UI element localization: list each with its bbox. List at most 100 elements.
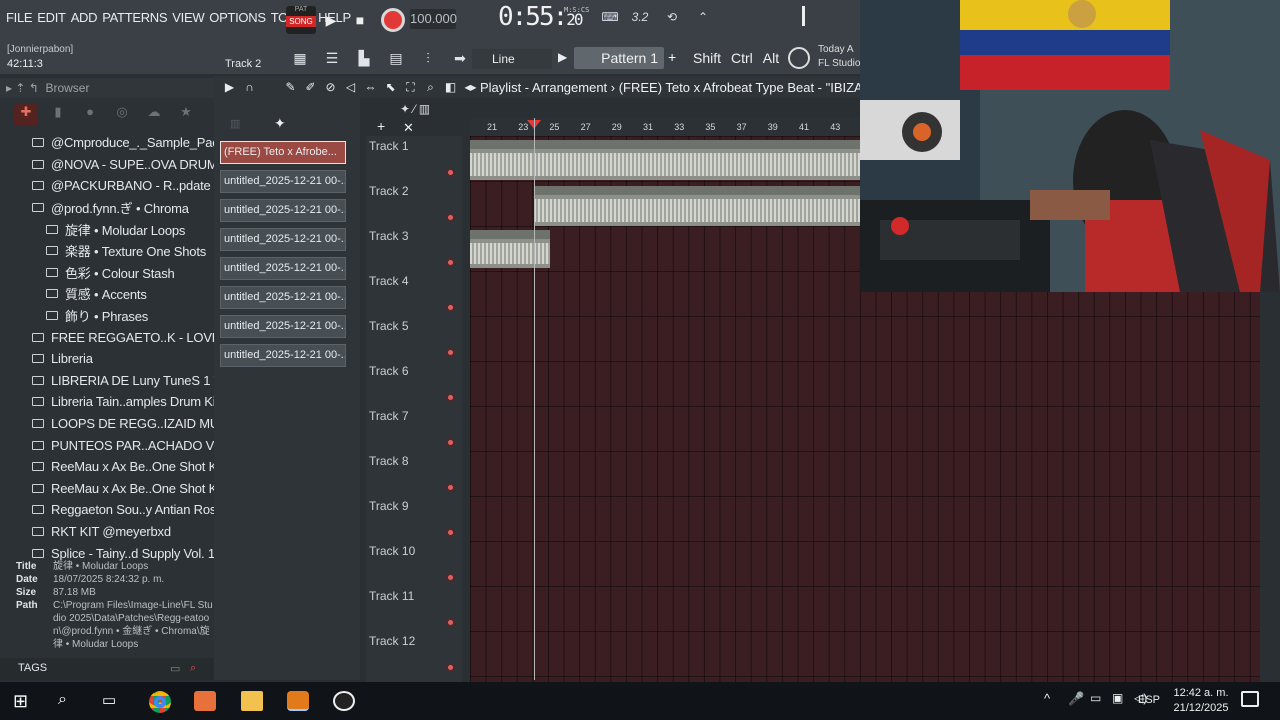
- typing-keyboard-icon[interactable]: ⌨: [597, 10, 623, 30]
- track-label[interactable]: Track 10: [369, 544, 415, 558]
- mute-tool-icon[interactable]: ◁: [343, 80, 358, 95]
- record-button[interactable]: [381, 8, 405, 32]
- document-icon[interactable]: ▮: [46, 104, 70, 126]
- browser-item[interactable]: ReeMau x Ax Be..One Shot Kit): [0, 478, 214, 500]
- sample-filter-icon[interactable]: ◎: [110, 104, 134, 126]
- track-label[interactable]: Track 12: [369, 634, 415, 648]
- browser-item[interactable]: PUNTEOS PAR..ACHADO VOL. 2: [0, 434, 214, 456]
- track-record-dot[interactable]: [446, 483, 455, 492]
- add-track-icon[interactable]: +: [377, 118, 385, 134]
- playback-tool-icon[interactable]: ◧: [443, 80, 458, 95]
- browser-item[interactable]: @prod.fynn.ぎ • Chroma: [0, 197, 214, 219]
- channel-item[interactable]: untitled_2025-12-21 00-...: [220, 170, 346, 193]
- channel-item[interactable]: untitled_2025-12-21 00-...: [220, 315, 346, 338]
- remove-icon[interactable]: ✕: [403, 120, 414, 136]
- track-label[interactable]: Track 1: [369, 139, 409, 153]
- media-player-icon[interactable]: [194, 691, 216, 711]
- audio-clip[interactable]: untitled_2025-12-21 00-41-30_Insert 1: [534, 186, 860, 226]
- channel-item[interactable]: untitled_2025-12-21 00-...: [220, 286, 346, 309]
- browser-item[interactable]: 色彩 • Colour Stash: [0, 262, 214, 284]
- news-icon[interactable]: [788, 47, 810, 69]
- notification-icon[interactable]: [1241, 691, 1259, 707]
- delete-tool-icon[interactable]: ⊘: [323, 80, 338, 95]
- playlist-menu-icon[interactable]: ▶: [222, 80, 237, 95]
- track-record-dot[interactable]: [446, 438, 455, 447]
- clock[interactable]: 12:42 a. m. 21/12/2025: [1168, 686, 1234, 716]
- picker-icon[interactable]: ▥: [230, 117, 240, 130]
- track-record-dot[interactable]: [446, 303, 455, 312]
- pattern-prev-icon[interactable]: ▶: [558, 50, 567, 64]
- browser-item[interactable]: 飾り • Phrases: [0, 305, 214, 327]
- tags-bar[interactable]: TAGS ▭ ⌕: [0, 658, 214, 680]
- slip-tool-icon[interactable]: ⇔: [363, 80, 378, 95]
- windows-start-icon[interactable]: ⊞: [13, 691, 35, 711]
- menu-file[interactable]: FILE: [6, 10, 33, 25]
- browser-header[interactable]: ▸ ⇡ ↰ Browser: [0, 78, 214, 98]
- track-record-dot[interactable]: [446, 528, 455, 537]
- pattern-selector[interactable]: Pattern 1: [574, 47, 664, 69]
- shift-key[interactable]: Shift: [693, 50, 721, 66]
- channel-item[interactable]: untitled_2025-12-21 00-...: [220, 228, 346, 251]
- track-record-dot[interactable]: [446, 213, 455, 222]
- menu-options[interactable]: OPTIONS: [209, 10, 266, 25]
- star-icon[interactable]: ★: [174, 104, 198, 126]
- obs-icon[interactable]: [333, 691, 355, 711]
- network-icon[interactable]: ▣: [1112, 691, 1128, 711]
- plugin-icon[interactable]: ⫶: [416, 47, 440, 69]
- ctrl-key[interactable]: Ctrl: [731, 50, 753, 66]
- browser-item[interactable]: 楽器 • Texture One Shots: [0, 240, 214, 262]
- news-panel[interactable]: Today A FL Studio: [818, 43, 860, 71]
- tempo-display[interactable]: 100.000: [410, 9, 457, 29]
- channel-rack-icon[interactable]: ☰: [320, 47, 344, 69]
- folder-icon[interactable]: ▭: [170, 662, 180, 675]
- menu-patterns[interactable]: PATTERNS: [102, 10, 167, 25]
- track-label[interactable]: Track 9: [369, 499, 409, 513]
- picker-arrows-icon[interactable]: ✦: [274, 115, 286, 132]
- track-label[interactable]: Track 8: [369, 454, 409, 468]
- pat-song-toggle[interactable]: PAT SONG: [286, 6, 316, 34]
- browser-item[interactable]: LIBRERIA DE Luny TuneS 1 Y 2: [0, 370, 214, 392]
- play-button[interactable]: ▶: [320, 9, 342, 31]
- tray-chevron-icon[interactable]: ^: [1044, 691, 1060, 711]
- battery-icon[interactable]: ▭: [1090, 691, 1106, 711]
- snap-selector[interactable]: Line: [472, 49, 552, 69]
- playlist-icon[interactable]: ▦: [288, 47, 312, 69]
- arrows-icon[interactable]: ◂▸: [463, 80, 478, 95]
- alt-key[interactable]: Alt: [763, 50, 779, 66]
- track-record-dot[interactable]: [446, 393, 455, 402]
- track-record-dot[interactable]: [446, 618, 455, 627]
- search-icon[interactable]: ⌕: [190, 662, 196, 675]
- track-label[interactable]: Track 3: [369, 229, 409, 243]
- zoom-arrows-icon[interactable]: ✦ ⁄ ▥: [400, 102, 430, 116]
- select-tool-icon[interactable]: ⬉: [383, 80, 398, 95]
- menu-add[interactable]: ADD: [71, 10, 98, 25]
- file-explorer-icon[interactable]: [241, 691, 263, 711]
- paint-tool-icon[interactable]: ✐: [303, 80, 318, 95]
- magnet-icon[interactable]: ∩: [242, 80, 257, 95]
- step-edit-icon[interactable]: 3.2: [627, 10, 653, 30]
- track-record-dot[interactable]: [446, 663, 455, 672]
- fl-studio-icon[interactable]: [287, 691, 309, 711]
- draw-tool-icon[interactable]: ✎: [283, 80, 298, 95]
- browser-item[interactable]: ReeMau x Ax Be..One Shot Kit): [0, 456, 214, 478]
- magnifier-icon[interactable]: ⌕: [423, 80, 438, 95]
- microphone-icon[interactable]: 🎤: [1068, 691, 1084, 711]
- track-record-dot[interactable]: [446, 348, 455, 357]
- browser-item[interactable]: 旋律 • Moludar Loops: [0, 218, 214, 240]
- browser-item[interactable]: @Cmproduce_._Sample_Pack: [0, 132, 214, 154]
- browser-item[interactable]: @NOVA - SUPE..OVA DRUMKIT: [0, 154, 214, 176]
- channel-item[interactable]: untitled_2025-12-21 00-...: [220, 199, 346, 222]
- browser-item[interactable]: FREE REGGAETO..K - LOVE WEB: [0, 326, 214, 348]
- channel-item[interactable]: untitled_2025-12-21 00-...: [220, 257, 346, 280]
- search-taskbar-icon[interactable]: ⌕: [58, 691, 80, 711]
- metronome-icon[interactable]: ⌃: [690, 10, 716, 30]
- mixer-icon[interactable]: ▤: [384, 47, 408, 69]
- menu-edit[interactable]: EDIT: [37, 10, 66, 25]
- loop-record-icon[interactable]: ⟲: [659, 10, 685, 30]
- browser-item[interactable]: Reggaeton Sou..y Antian Rose: [0, 499, 214, 521]
- track-label[interactable]: Track 11: [369, 589, 414, 603]
- track-record-dot[interactable]: [446, 258, 455, 267]
- vertical-scrollbar[interactable]: [1260, 292, 1280, 682]
- stop-button[interactable]: ■: [349, 9, 371, 31]
- browser-item[interactable]: LOOPS DE REGG..IZAID MUSIC: [0, 413, 214, 435]
